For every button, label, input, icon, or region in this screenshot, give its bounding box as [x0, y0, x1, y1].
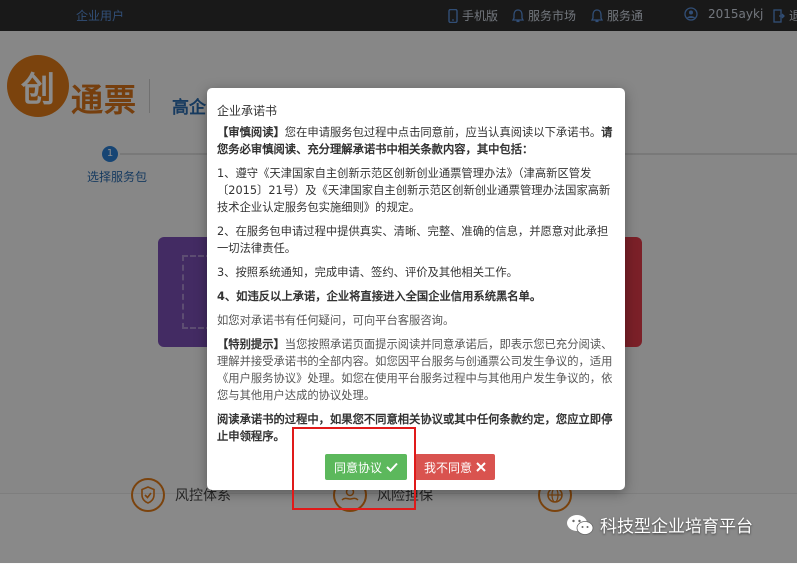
paragraph-contact: 如您对承诺书有任何疑问，可向平台客服咨询。 [217, 314, 455, 327]
paragraph-special-notice: 【特别提示】当您按照承诺页面提示阅读并同意承诺后，即表示您已充分阅读、理解并接受… [217, 338, 613, 402]
reject-label: 我不同意 [423, 460, 472, 475]
wechat-watermark: 科技型企业培育平台 [566, 512, 753, 537]
paragraph-item-3: 3、按照系统通知，完成申请、签约、评价及其他相关工作。 [217, 266, 518, 279]
commitment-modal: 企业承诺书 【审慎阅读】您在申请服务包过程中点击同意前，应当认真阅读以下承诺书。… [207, 88, 625, 490]
wechat-icon [567, 514, 594, 535]
paragraph-stop-notice: 阅读承诺书的过程中，如果您不同意相关协议或其中任何条款约定，您应立即停止申领程序… [217, 413, 613, 443]
paragraph-review: 【审慎阅读】您在申请服务包过程中点击同意前，应当认真阅读以下承诺书。请您务必审慎… [217, 126, 613, 156]
modal-body: 【审慎阅读】您在申请服务包过程中点击同意前，应当认真阅读以下承诺书。请您务必审慎… [217, 124, 615, 452]
watermark-text: 科技型企业培育平台 [600, 517, 753, 537]
paragraph-item-2: 2、在服务包申请过程中提供真实、清晰、完整、准确的信息，并愿意对此承担一切法律责… [217, 225, 609, 255]
modal-title: 企业承诺书 [217, 104, 278, 118]
paragraph-item-1: 1、遵守《天津国家自主创新示范区创新创业通票管理办法》（津高新区管发〔2015〕… [217, 167, 611, 214]
reject-button[interactable]: 我不同意 [415, 454, 495, 480]
highlight-annotation-box [292, 427, 416, 510]
close-icon [476, 462, 486, 472]
paragraph-item-4: 4、如违反以上承诺，企业将直接进入全国企业信用系统黑名单。 [217, 290, 542, 303]
